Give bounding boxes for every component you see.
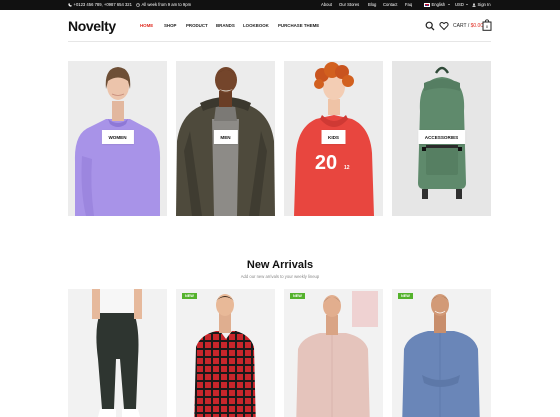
svg-text:20: 20 bbox=[315, 152, 337, 174]
site-header: Novelty HOME SHOP PRODUCT BRANDS LOOKBOO… bbox=[0, 10, 560, 42]
nav-lookbook[interactable]: LOOKBOOK bbox=[243, 23, 269, 28]
product-image-plaid-shirt bbox=[194, 294, 256, 417]
language-label: English bbox=[431, 2, 446, 7]
nav-product[interactable]: PRODUCT bbox=[186, 23, 208, 28]
category-accessories[interactable]: ACCESSORIES bbox=[392, 61, 491, 216]
product-card-4[interactable]: NEW bbox=[392, 289, 491, 417]
product-card-2[interactable]: NEW bbox=[176, 289, 275, 417]
cart-summary[interactable]: CART / $0.00 bbox=[453, 23, 483, 29]
nav-home[interactable]: HOME bbox=[140, 23, 153, 28]
topbar-link-about[interactable]: About bbox=[321, 2, 332, 7]
category-label-men: MEN bbox=[213, 130, 238, 144]
hours-info: All week from 9 am to 9pm bbox=[136, 2, 191, 7]
nav-purchase-theme[interactable]: PURCHASE THEME bbox=[278, 23, 319, 28]
chevron-down-icon bbox=[447, 4, 450, 5]
user-icon bbox=[472, 2, 476, 7]
header-divider bbox=[68, 41, 491, 42]
category-men[interactable]: MEN bbox=[176, 61, 275, 216]
nav-brands[interactable]: BRANDS bbox=[216, 23, 235, 28]
topbar-link-our-stores[interactable]: Our Stores bbox=[339, 2, 359, 7]
new-badge: NEW bbox=[290, 293, 305, 300]
heart-icon[interactable] bbox=[439, 21, 449, 31]
language-selector[interactable]: English bbox=[424, 2, 450, 7]
product-image-jogger-pants bbox=[92, 289, 142, 417]
currency-label: USD bbox=[455, 2, 464, 7]
shopping-bag-icon[interactable]: 0 bbox=[482, 19, 492, 31]
nav-shop[interactable]: SHOP bbox=[164, 23, 176, 28]
new-badge: NEW bbox=[398, 293, 413, 300]
clock-icon bbox=[136, 2, 140, 7]
phone-icon bbox=[68, 2, 72, 7]
sign-in-link[interactable]: Sign In bbox=[472, 2, 491, 7]
hours-text: All week from 9 am to 9pm bbox=[141, 2, 192, 7]
uk-flag-icon bbox=[424, 2, 430, 7]
category-women[interactable]: WOMEN bbox=[68, 61, 167, 216]
category-label-kids: KIDS bbox=[321, 130, 346, 144]
product-card-1[interactable] bbox=[68, 289, 167, 417]
topbar-link-blog[interactable]: Blog bbox=[368, 2, 376, 7]
product-card-3[interactable]: NEW bbox=[284, 289, 383, 417]
top-bar: +0123 456 789, +0987 654 321 All week fr… bbox=[0, 0, 560, 10]
category-label-women: WOMEN bbox=[101, 130, 134, 144]
phone-info: +0123 456 789, +0987 654 321 bbox=[68, 2, 132, 7]
currency-selector[interactable]: USD bbox=[455, 2, 469, 7]
svg-text:12: 12 bbox=[344, 165, 350, 171]
chevron-down-icon bbox=[466, 4, 469, 5]
site-logo[interactable]: Novelty bbox=[68, 18, 116, 34]
new-arrivals-subtitle: Add our new arrivals to your weekly line… bbox=[240, 274, 320, 279]
new-arrivals-title: New Arrivals bbox=[246, 259, 314, 271]
cart-count: 0 bbox=[486, 24, 489, 29]
category-label-accessories: ACCESSORIES bbox=[417, 130, 466, 144]
category-kids[interactable]: 20 12 KIDS bbox=[284, 61, 383, 216]
product-image-blue-shirt bbox=[402, 294, 480, 417]
search-icon[interactable] bbox=[425, 21, 435, 31]
phone-numbers: +0123 456 789, +0987 654 321 bbox=[73, 2, 132, 7]
sign-in-label: Sign In bbox=[477, 2, 491, 7]
new-badge: NEW bbox=[182, 293, 197, 300]
cart-label: CART / bbox=[453, 23, 470, 29]
topbar-link-faq[interactable]: Faq bbox=[405, 2, 412, 7]
topbar-link-contact[interactable]: Contact bbox=[383, 2, 397, 7]
product-image-pink-shirt bbox=[296, 291, 378, 417]
